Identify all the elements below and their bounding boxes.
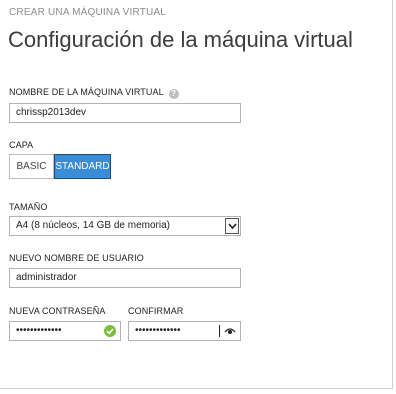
tier-basic-button[interactable]: BASIC	[9, 154, 54, 179]
eye-icon[interactable]	[224, 327, 236, 335]
username-label: NUEVO NOMBRE DE USUARIO	[9, 253, 144, 263]
password-input[interactable]: •••••••••••••	[9, 321, 121, 341]
tier-standard-button[interactable]: STANDARD	[54, 154, 111, 179]
username-input[interactable]: administrador	[9, 268, 241, 288]
size-select-value: A4 (8 núcleos, 14 GB de memoria)	[16, 220, 170, 231]
tier-label: CAPA	[9, 140, 34, 150]
wizard-title: CREAR UNA MÁQUINA VIRTUAL	[9, 7, 167, 18]
confirm-input[interactable]: •••••••••••••	[128, 321, 241, 341]
size-select[interactable]: A4 (8 núcleos, 14 GB de memoria)	[9, 216, 241, 236]
confirm-value: •••••••••••••	[135, 325, 181, 336]
vm-name-label-text: NOMBRE DE LA MÁQUINA VIRTUAL	[9, 87, 164, 97]
chevron-down-icon[interactable]	[225, 218, 239, 234]
password-value: •••••••••••••	[16, 325, 62, 336]
text-cursor	[219, 325, 220, 337]
size-label: TAMAÑO	[9, 202, 48, 212]
confirm-label: CONFIRMAR	[128, 306, 184, 316]
vm-name-label: NOMBRE DE LA MÁQUINA VIRTUAL?	[9, 87, 179, 99]
page-title: Configuración de la máquina virtual	[8, 27, 353, 52]
password-label: NUEVA CONTRASEÑA	[9, 306, 106, 316]
check-circle-icon	[104, 325, 116, 337]
vm-name-input[interactable]: chrissp2013dev	[9, 103, 241, 123]
question-circle-icon[interactable]: ?	[168, 89, 179, 99]
